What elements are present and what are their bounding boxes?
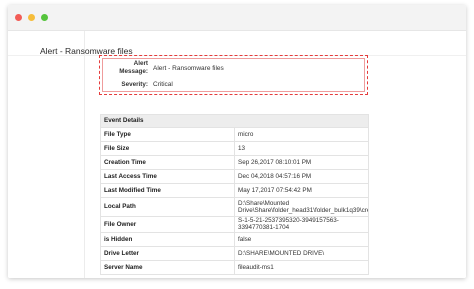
row-label: Last Access Time <box>100 169 235 184</box>
table-row: File Size 13 <box>100 141 369 156</box>
row-value: fileaudit-ms1 <box>234 259 369 275</box>
row-value: Dec 04,2018 04:57:16 PM <box>234 169 369 184</box>
table-row: Server Name fileaudit-ms1 <box>100 259 369 275</box>
minimize-window-button[interactable] <box>28 14 35 21</box>
table-row: is Hidden false <box>100 231 369 247</box>
table-row: Local Path D:\Share\Mounted Drive\Share\… <box>100 197 369 217</box>
event-details-header: Event Details <box>100 114 369 128</box>
alert-message-label: Alert Message: <box>119 60 148 75</box>
table-header-row: Event Details <box>100 114 369 128</box>
row-value: micro <box>234 127 369 142</box>
row-label: File Owner <box>100 216 235 233</box>
row-label: Local Path <box>100 197 235 217</box>
close-window-button[interactable] <box>15 14 22 21</box>
row-label: Drive Letter <box>100 245 235 261</box>
row-label: File Size <box>100 141 235 156</box>
table-row: File Owner S-1-5-21-2537395320-394915756… <box>100 216 369 233</box>
alert-summary-box: Alert Message: Alert - Ransomware files … <box>99 55 368 95</box>
sidebar-divider <box>84 31 85 278</box>
row-value: May 17,2017 07:54:42 PM <box>234 183 369 198</box>
row-value: false <box>234 231 369 247</box>
row-value: Sep 26,2017 08:10:01 PM <box>234 155 369 170</box>
table-row: Last Modified Time May 17,2017 07:54:42 … <box>100 183 369 198</box>
event-details-table: Event Details File Type micro File Size … <box>100 114 369 275</box>
row-label: Server Name <box>100 259 235 275</box>
table-row: File Type micro <box>100 127 369 142</box>
row-label: File Type <box>100 127 235 142</box>
table-row: Creation Time Sep 26,2017 08:10:01 PM <box>100 155 369 170</box>
row-label: Last Modified Time <box>100 183 235 198</box>
severity-value: Critical <box>153 81 173 88</box>
maximize-window-button[interactable] <box>41 14 48 21</box>
content-area: Alert - Ransomware files Alert Message: … <box>8 31 466 278</box>
title-bar <box>8 5 466 31</box>
row-value: D:\Share\Mounted Drive\Share\folder_head… <box>234 197 369 217</box>
severity-label: Severity: <box>121 81 148 88</box>
table-row: Last Access Time Dec 04,2018 04:57:16 PM <box>100 169 369 184</box>
row-label: Creation Time <box>100 155 235 170</box>
table-row: Drive Letter D:\SHARE\MOUNTED DRIVE\ <box>100 245 369 261</box>
row-value: 13 <box>234 141 369 156</box>
row-label: is Hidden <box>100 231 235 247</box>
row-value: S-1-5-21-2537395320-3949157563-339477038… <box>234 216 369 233</box>
row-value: D:\SHARE\MOUNTED DRIVE\ <box>234 245 369 261</box>
alert-message-value: Alert - Ransomware files <box>153 65 224 72</box>
app-window: Alert - Ransomware files Alert Message: … <box>8 5 466 278</box>
